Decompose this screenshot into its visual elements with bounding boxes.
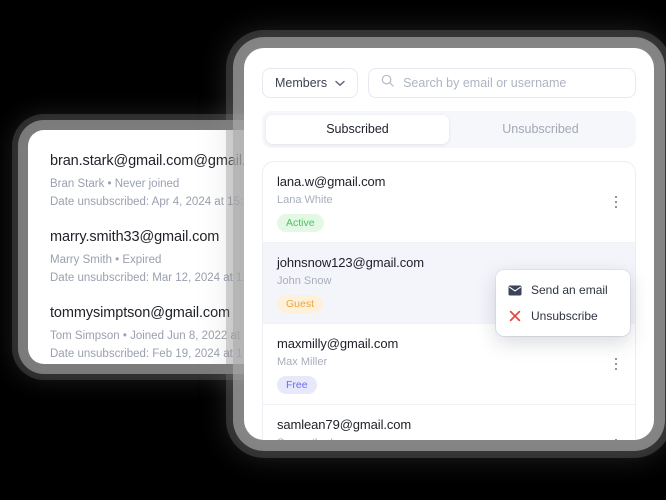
subscription-tabs: Subscribed Unsubscribed <box>262 111 636 148</box>
tab-subscribed[interactable]: Subscribed <box>266 115 449 144</box>
row-menu-icon[interactable] <box>607 193 625 211</box>
search-icon <box>381 74 394 92</box>
menu-item-label: Send an email <box>531 283 608 297</box>
member-name: Samantha Lean <box>277 435 621 440</box>
member-email: maxmilly@gmail.com <box>277 336 399 351</box>
status-badge: Free <box>277 376 317 394</box>
close-x-icon <box>508 310 522 322</box>
row-menu-icon[interactable] <box>607 355 625 373</box>
menu-item-unsubscribe[interactable]: Unsubscribe <box>496 303 630 329</box>
members-panel: Members Subscribed Unsubscribed lana.w@g… <box>244 48 654 440</box>
member-name: Max Miller <box>277 356 328 368</box>
member-email: samlean79@gmail.com <box>277 417 412 432</box>
status-badge: Active <box>277 214 324 232</box>
search-field[interactable] <box>368 68 636 98</box>
tab-unsubscribed[interactable]: Unsubscribed <box>449 115 632 144</box>
member-name: Lana White <box>277 194 333 206</box>
chevron-down-icon <box>335 76 345 90</box>
status-badge: Guest <box>277 295 324 313</box>
menu-item-send-email[interactable]: Send an email <box>496 277 630 303</box>
table-row[interactable]: samlean79@gmail.com Samantha Lean Active <box>263 405 635 440</box>
table-row[interactable]: maxmilly@gmail.com Max Miller Free <box>263 324 635 405</box>
member-email: lana.w@gmail.com <box>277 174 386 189</box>
unsubscribed-members-card: bran.stark@gmail.com@gmail.com Bran Star… <box>28 130 280 364</box>
row-context-menu: Send an email Unsubscribe <box>496 270 630 336</box>
menu-item-label: Unsubscribe <box>531 309 598 323</box>
table-row[interactable]: lana.w@gmail.com Lana White Active <box>263 162 635 243</box>
toolbar: Members <box>262 68 636 98</box>
envelope-icon <box>508 285 522 296</box>
members-dropdown-label: Members <box>275 76 328 90</box>
canvas: bran.stark@gmail.com@gmail.com Bran Star… <box>0 0 666 500</box>
row-menu-icon[interactable] <box>607 436 625 440</box>
search-input[interactable] <box>403 76 623 90</box>
members-dropdown[interactable]: Members <box>262 68 359 98</box>
